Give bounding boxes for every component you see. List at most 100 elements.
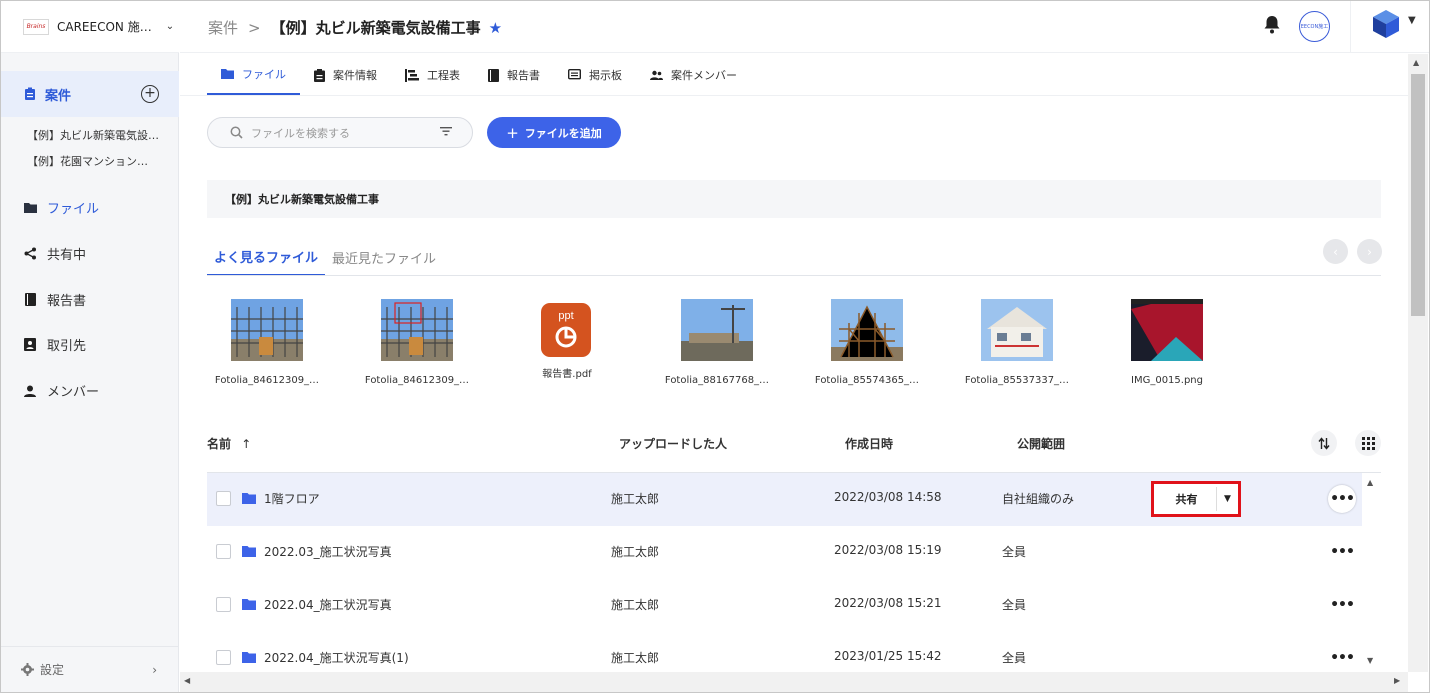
tab-schedule[interactable]: 工程表: [391, 54, 474, 96]
file-name[interactable]: 1階フロア: [264, 490, 320, 507]
table-row[interactable]: 2022.04_施工状況写真(1) 施工太郎 2023/01/25 15:42 …: [207, 632, 1362, 672]
file-name: Fotolia_85574365_…: [814, 375, 920, 386]
recent-file-card[interactable]: Fotolia_88167768_…: [658, 299, 776, 386]
row-checkbox[interactable]: [216, 597, 231, 612]
scroll-up-icon[interactable]: ▲: [1367, 478, 1373, 487]
folder-icon: [242, 652, 256, 663]
column-header-label: 名前: [207, 437, 232, 451]
search-icon: [230, 126, 243, 139]
user-avatar-cube-icon[interactable]: [1372, 9, 1400, 39]
notification-bell-icon[interactable]: [1264, 15, 1280, 34]
uploader: 施工太郎: [611, 598, 660, 612]
breadcrumb-parent[interactable]: 案件: [208, 17, 238, 38]
visibility-scope: 全員: [1002, 598, 1027, 612]
scroll-right-icon[interactable]: ▶: [1394, 676, 1400, 685]
sidebar-item-label: メンバー: [47, 385, 100, 400]
table-row[interactable]: 2022.04_施工状況写真 施工太郎 2022/03/08 15:21 全員 …: [207, 579, 1362, 632]
scroll-left-icon[interactable]: ◀: [184, 676, 190, 685]
more-options-icon[interactable]: •••: [1328, 644, 1356, 672]
tab-recent-files[interactable]: 最近見たファイル: [325, 238, 443, 276]
visibility-scope: 自社組織のみ: [1002, 492, 1075, 506]
carousel-next-button[interactable]: ›: [1357, 239, 1382, 264]
sidebar-item-label: 報告書: [47, 294, 87, 309]
file-thumbnail: ppt: [531, 299, 603, 361]
breadcrumb: 案件 > 【例】丸ビル新築電気設備工事 ★: [208, 17, 502, 38]
scroll-up-icon[interactable]: ▲: [1413, 58, 1419, 67]
tab-frequent-files[interactable]: よく見るファイル: [207, 238, 326, 276]
column-header-uploader[interactable]: アップロードした人: [619, 435, 727, 452]
project-link[interactable]: 【例】丸ビル新築電気設…: [27, 127, 159, 143]
more-options-icon[interactable]: •••: [1328, 591, 1356, 619]
gantt-icon: [405, 68, 419, 82]
vertical-scrollbar[interactable]: ▲: [1408, 54, 1428, 672]
uploader: 施工太郎: [611, 545, 660, 559]
row-checkbox[interactable]: [216, 544, 231, 559]
tab-label: 案件メンバー: [671, 69, 737, 82]
file-thumbnail: [381, 299, 453, 361]
recent-file-card[interactable]: Fotolia_84612309_…: [208, 299, 326, 386]
row-checkbox[interactable]: [216, 491, 231, 506]
org-avatar[interactable]: EECON施工: [1299, 11, 1330, 42]
table-scrollbar[interactable]: ▲ ▼: [1363, 474, 1379, 672]
column-header-scope[interactable]: 公開範囲: [1017, 435, 1065, 452]
share-dropdown-caret-icon[interactable]: ▼: [1220, 487, 1235, 511]
carousel-prev-button[interactable]: ‹: [1323, 239, 1348, 264]
file-thumbnail: [981, 299, 1053, 361]
more-options-icon[interactable]: •••: [1328, 538, 1356, 566]
sidebar-item-shared[interactable]: 共有中: [23, 244, 86, 263]
recent-file-card[interactable]: IMG_0015.png: [1108, 299, 1226, 386]
plus-icon: +: [506, 123, 519, 142]
scrollbar-thumb[interactable]: [1411, 74, 1425, 316]
sort-icon: [1318, 436, 1330, 450]
row-checkbox[interactable]: [216, 650, 231, 665]
breadcrumb-separator: >: [248, 18, 261, 37]
tab-files[interactable]: ファイル: [207, 54, 300, 96]
recent-file-card[interactable]: ppt 報告書.pdf: [508, 299, 626, 380]
uploader: 施工太郎: [611, 651, 660, 665]
contact-card-icon: [23, 338, 37, 352]
filter-icon[interactable]: [440, 126, 452, 136]
sidebar-item-files[interactable]: ファイル: [23, 198, 99, 217]
column-header-created[interactable]: 作成日時: [845, 435, 893, 452]
more-options-icon[interactable]: •••: [1328, 485, 1356, 513]
sidebar-item-clients[interactable]: 取引先: [23, 335, 86, 354]
favorite-star-icon[interactable]: ★: [489, 19, 502, 37]
chevron-down-icon: ⌄: [165, 21, 175, 32]
sidebar-item-reports[interactable]: 報告書: [23, 290, 86, 309]
file-tabs-divider: [207, 275, 1381, 276]
grid-view-button[interactable]: [1355, 430, 1381, 456]
recent-file-card[interactable]: Fotolia_84612309_…: [358, 299, 476, 386]
sort-toggle-button[interactable]: [1311, 430, 1337, 456]
tab-board[interactable]: 掲示板: [554, 54, 636, 96]
file-name[interactable]: 2022.03_施工状況写真: [264, 543, 392, 560]
user-menu-caret-icon[interactable]: ▼: [1408, 15, 1416, 26]
table-row[interactable]: 2022.03_施工状況写真 施工太郎 2022/03/08 15:19 全員 …: [207, 526, 1362, 579]
clipboard-icon: [314, 68, 325, 82]
tab-reports[interactable]: 報告書: [474, 54, 554, 96]
column-header-name[interactable]: 名前 ↑: [207, 435, 251, 452]
file-name[interactable]: 2022.04_施工状況写真(1): [264, 649, 409, 666]
sidebar: Brains CAREECON 施… ⌄ 案件 + 【例】丸ビル新築電気設… 【…: [1, 1, 179, 692]
file-name: Fotolia_84612309_…: [364, 375, 470, 386]
scroll-down-icon[interactable]: ▼: [1367, 656, 1373, 665]
file-search-input[interactable]: ファイルを検索する: [207, 117, 473, 148]
recent-file-card[interactable]: Fotolia_85537337_…: [958, 299, 1076, 386]
org-switcher[interactable]: Brains CAREECON 施… ⌄: [1, 1, 179, 53]
add-file-button[interactable]: + ファイルを追加: [487, 117, 621, 148]
table-row[interactable]: 1階フロア 施工太郎 2022/03/08 14:58 自社組織のみ 共有 ▼ …: [207, 473, 1362, 526]
tab-project-info[interactable]: 案件情報: [300, 54, 391, 96]
sidebar-item-projects[interactable]: 案件 +: [1, 71, 179, 117]
file-name[interactable]: 2022.04_施工状況写真: [264, 596, 392, 613]
share-button[interactable]: 共有: [1157, 487, 1217, 511]
gear-icon: [21, 663, 34, 676]
file-thumbnail: [231, 299, 303, 361]
recent-file-card[interactable]: Fotolia_85574365_…: [808, 299, 926, 386]
sidebar-item-members[interactable]: メンバー: [23, 381, 99, 400]
tab-members[interactable]: 案件メンバー: [636, 54, 751, 96]
file-name: Fotolia_84612309_…: [214, 375, 320, 386]
settings-link[interactable]: 設定 ›: [1, 646, 179, 692]
horizontal-scrollbar[interactable]: ◀ ▶: [180, 672, 1408, 692]
page-title: 【例】丸ビル新築電気設備工事: [270, 19, 481, 37]
project-link[interactable]: 【例】花園マンション…: [27, 153, 148, 169]
add-project-button[interactable]: +: [141, 85, 159, 103]
